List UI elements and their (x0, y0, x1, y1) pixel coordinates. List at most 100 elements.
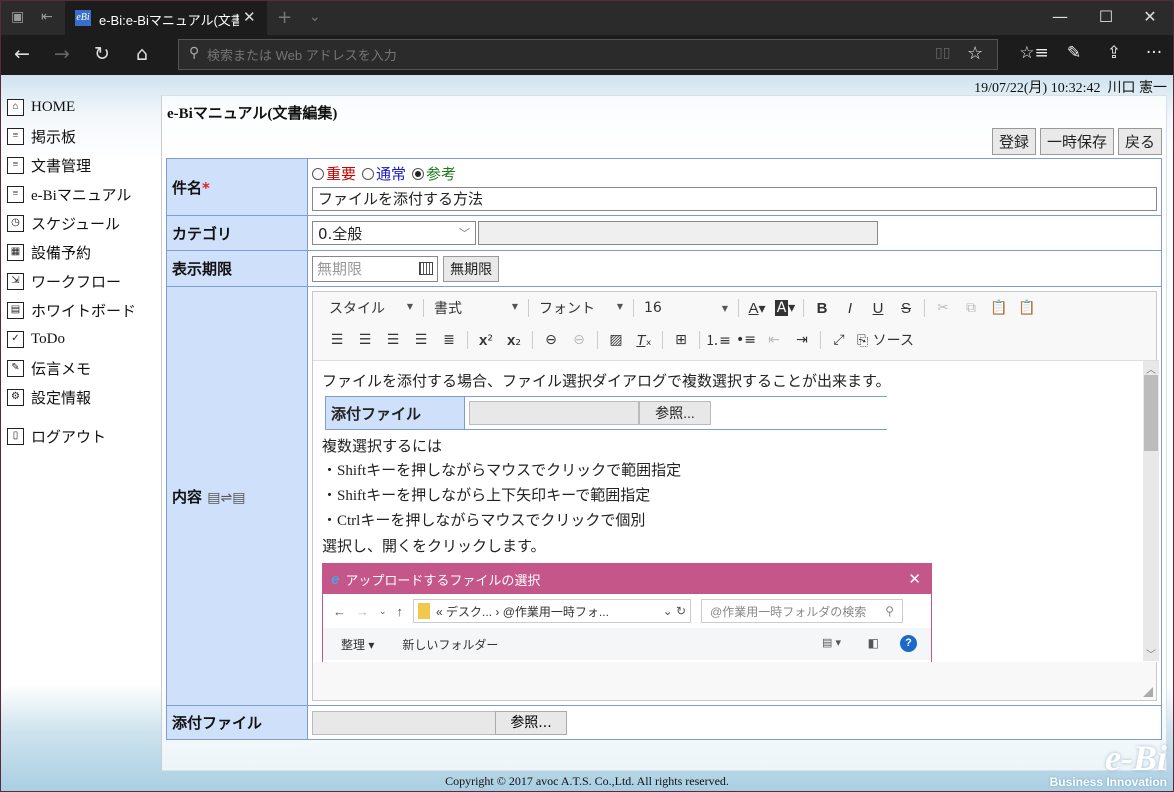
temp-save-button[interactable]: 一時保存 (1039, 128, 1114, 155)
align-right-icon[interactable]: ☰ (379, 332, 407, 348)
maximize-icon[interactable]: ☐ (1083, 7, 1129, 26)
sidebar-item-home[interactable]: ⌂ HOME (7, 93, 157, 122)
display-period-input[interactable]: 無期限 (312, 255, 438, 282)
toggle-editor-icon[interactable]: ▤⇌▤ (207, 490, 245, 506)
tab-manager-icon[interactable]: ▣ (11, 9, 24, 25)
sidebar-item-logout[interactable]: ▯ ログアウト (7, 422, 157, 451)
scroll-up-icon[interactable]: ︿ (1143, 361, 1159, 376)
tab-list-icon[interactable]: ⌄ (309, 9, 321, 25)
copy-icon[interactable]: ⧉ (957, 300, 985, 316)
sidebar-item-memo[interactable]: ✎ 伝言メモ (7, 354, 157, 383)
sidebar-item-clock[interactable]: ◷ スケジュール (7, 209, 157, 238)
dialog-view-icon: ▤ ▾ (822, 637, 841, 649)
remove-format-icon[interactable]: Tₓ (630, 332, 658, 349)
font-combo[interactable]: フォント ▼ (533, 298, 629, 318)
table-icon[interactable]: ⊞ (667, 332, 695, 348)
editor-toolbar-row-2: ☰ ☰ ☰ ☰ ≣ x² x₂ ⊖ ⊖ ▨ Tₓ ⊞ ⒈≡ •≡ ⇤ ⇥ ⤢ ⎘… (313, 324, 1156, 356)
priority-radio[interactable]: 重要 (312, 163, 356, 184)
align-left-icon[interactable]: ☰ (323, 332, 351, 348)
bullet-list-icon[interactable]: •≡ (732, 332, 760, 348)
web-notes-icon[interactable]: ✎ (1059, 43, 1089, 63)
strikethrough-icon[interactable]: S (892, 300, 920, 317)
editor-resize-handle[interactable] (1143, 687, 1153, 697)
horizontal-rule-icon[interactable]: ≣ (435, 332, 463, 348)
address-bar[interactable]: ⚲ ▯▯ ☆ (178, 39, 998, 70)
font-size-combo[interactable]: 16 ▼ (638, 300, 734, 316)
style-combo[interactable]: スタイル ▼ (323, 298, 419, 318)
bg-color-icon[interactable]: A ▾ (771, 300, 799, 316)
main-panel: e-Biマニュアル(文書編集) 登録 一時保存 戻る 件名* 重要 通常 参考 カテ… (161, 95, 1167, 771)
minimize-icon[interactable]: — (1037, 7, 1083, 26)
priority-radio[interactable]: 参考 (412, 163, 456, 184)
bold-icon[interactable]: B (808, 300, 836, 317)
maximize-editor-icon[interactable]: ⤢ (825, 332, 853, 348)
scroll-down-icon[interactable]: ﹀ (1143, 646, 1159, 661)
set-aside-tabs-icon[interactable]: ⇤ (41, 9, 53, 25)
category-select[interactable]: 0.全般 ﹀ (312, 221, 476, 245)
sidebar-item-manual[interactable]: ≡ e-Biマニュアル (7, 180, 157, 209)
editor-scrollbar[interactable]: ︿ ﹀ (1143, 361, 1159, 661)
sidebar-item-whiteboard[interactable]: ▤ ホワイトボード (7, 296, 157, 325)
scroll-thumb[interactable] (1144, 375, 1158, 451)
link-icon[interactable]: ⊖ (537, 332, 565, 348)
sidebar-item-todo[interactable]: ✓ ToDo (7, 325, 157, 354)
home-icon[interactable]: ⌂ (127, 43, 157, 65)
dialog-new-folder: 新しいフォルダー (402, 637, 499, 652)
radio-circle[interactable] (312, 167, 324, 180)
radio-circle[interactable] (362, 167, 375, 180)
content-line: 複数選択するには (322, 438, 443, 455)
close-tab-icon[interactable]: ✕ (243, 8, 256, 26)
sidebar-item-label: ToDo (31, 331, 65, 347)
subject-input[interactable] (312, 186, 1157, 211)
attachment-file-field[interactable] (312, 710, 496, 735)
sidebar-item-board[interactable]: ≡ 掲示板 (7, 122, 157, 151)
ebi-logo: e-Bi Business Innovation (1049, 738, 1167, 789)
datetime: 19/07/22(月) 10:32:42 (974, 81, 1101, 96)
text-color-icon[interactable]: A▾ (743, 300, 771, 317)
favorite-star-icon[interactable]: ☆ (967, 43, 983, 64)
image-icon[interactable]: ▨ (602, 332, 630, 348)
calendar-icon[interactable] (419, 262, 433, 275)
italic-icon[interactable]: I (836, 300, 864, 317)
back-icon[interactable]: ← (7, 43, 37, 65)
back-button[interactable]: 戻る (1117, 128, 1162, 155)
attachment-label: 添付ファイル (166, 705, 308, 740)
paste-text-icon[interactable]: 📋 (1013, 300, 1041, 316)
numbered-list-icon[interactable]: ⒈≡ (704, 330, 732, 350)
reading-view-icon[interactable]: ▯▯ (935, 45, 950, 61)
content-row: 内容 ▤⇌▤ スタイル▼ 書式▼ フォント▼ 16▼ A▾ A▾ B (166, 286, 1162, 706)
cut-icon[interactable]: ✂ (929, 300, 957, 316)
refresh-icon[interactable]: ↻ (87, 43, 117, 65)
register-button[interactable]: 登録 (991, 128, 1036, 155)
forward-icon[interactable]: → (47, 43, 77, 65)
more-icon[interactable]: ··· (1139, 43, 1169, 63)
share-icon[interactable]: ⇪ (1099, 43, 1129, 63)
sidebar-item-workflow[interactable]: ⇲ ワークフロー (7, 267, 157, 296)
format-combo[interactable]: 書式 ▼ (428, 298, 524, 318)
close-window-icon[interactable]: ✕ (1127, 7, 1173, 26)
sidebar-item-label: スケジュール (31, 217, 120, 233)
paste-icon[interactable]: 📋 (985, 300, 1013, 316)
radio-circle[interactable] (412, 167, 425, 180)
priority-radio[interactable]: 通常 (362, 163, 406, 184)
source-button[interactable]: ⎘ ソース (853, 330, 918, 350)
subscript-icon[interactable]: x₂ (500, 332, 528, 349)
indent-icon[interactable]: ⇥ (788, 332, 816, 348)
unlink-icon[interactable]: ⊖ (565, 332, 593, 348)
content-line: ・Ctrlキーを押しながらマウスでクリックで個別 (322, 513, 646, 529)
new-tab-icon[interactable]: + (277, 7, 292, 28)
sidebar-item-document[interactable]: ≡ 文書管理 (7, 151, 157, 180)
align-center-icon[interactable]: ☰ (351, 332, 379, 348)
no-limit-button[interactable]: 無期限 (443, 255, 500, 282)
align-justify-icon[interactable]: ☰ (407, 332, 435, 348)
sidebar-item-gear[interactable]: ⚙ 設定情報 (7, 383, 157, 412)
browse-button[interactable]: 参照... (495, 710, 567, 735)
superscript-icon[interactable]: x² (472, 332, 500, 349)
address-input[interactable] (207, 44, 907, 66)
editor-content-area[interactable]: ファイルを添付する場合、ファイル選択ダイアログで複数選択することが出来ます。 添… (313, 360, 1159, 662)
browser-tab[interactable]: eBi e-Bi:e-Biマニュアル(文書編 ✕ (65, 1, 267, 35)
underline-icon[interactable]: U (864, 300, 892, 317)
sidebar-item-facility[interactable]: ▦ 設備予約 (7, 238, 157, 267)
favorites-list-icon[interactable]: ☆≡ (1019, 43, 1049, 63)
outdent-icon[interactable]: ⇤ (760, 332, 788, 348)
